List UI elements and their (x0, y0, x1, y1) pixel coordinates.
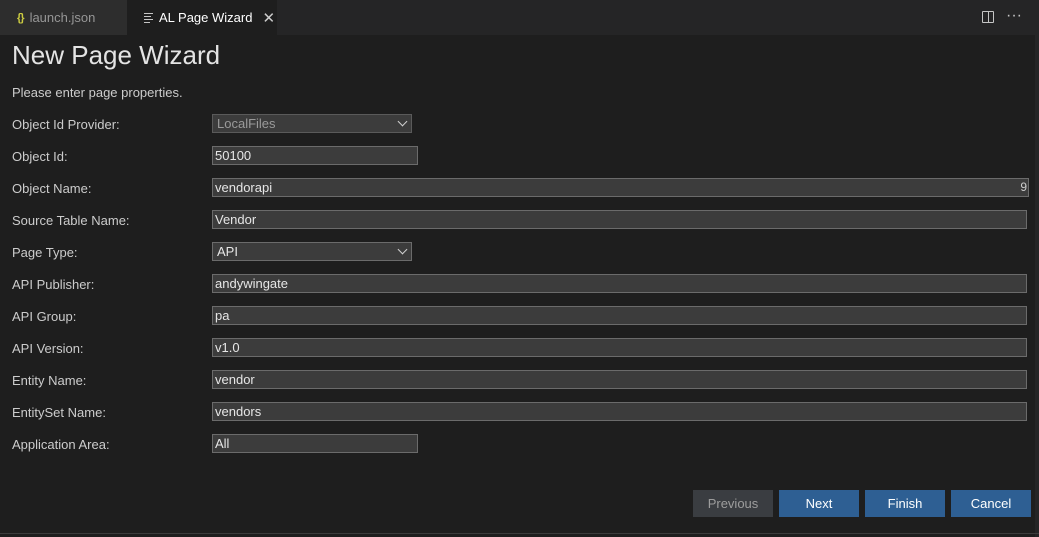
api-group-field[interactable]: pa (212, 306, 1027, 325)
object-name-field[interactable]: vendorapi 9 (212, 178, 1029, 197)
split-editor-icon[interactable] (982, 11, 994, 23)
object-name-label: Object Name: (12, 181, 92, 196)
page-title: New Page Wizard (12, 40, 221, 70)
tab-bar: {} launch.json AL Page Wizard ✕ ··· (0, 0, 1039, 35)
source-table-name-field[interactable]: Vendor (212, 210, 1027, 229)
object-id-field[interactable]: 50100 (212, 146, 418, 165)
source-table-name-label: Source Table Name: (12, 213, 130, 228)
object-id-provider-select[interactable]: LocalFiles (212, 114, 412, 133)
page-type-label: Page Type: (12, 245, 78, 260)
right-panel-edge (1035, 35, 1039, 537)
chevron-down-icon (397, 116, 408, 127)
tab-launch-json[interactable]: {} launch.json (0, 0, 127, 35)
previous-button[interactable]: Previous (693, 490, 773, 517)
api-version-field[interactable]: v1.0 (212, 338, 1027, 357)
cancel-button[interactable]: Cancel (951, 490, 1031, 517)
tab-al-page-wizard[interactable]: AL Page Wizard ✕ (127, 0, 277, 35)
entity-name-label: Entity Name: (12, 373, 87, 388)
application-area-field[interactable]: All (212, 434, 418, 453)
json-braces-icon: {} (17, 11, 25, 24)
tab-label: launch.json (29, 10, 96, 25)
object-id-provider-label: Object Id Provider: (12, 117, 120, 132)
chevron-down-icon (397, 244, 408, 255)
entityset-name-label: EntitySet Name: (12, 405, 106, 420)
entity-name-field[interactable]: vendor (212, 370, 1027, 389)
page-type-select[interactable]: API (212, 242, 412, 261)
tab-label: AL Page Wizard (159, 10, 253, 25)
finish-button[interactable]: Finish (865, 490, 945, 517)
more-actions-icon[interactable]: ··· (1006, 7, 1022, 25)
char-counter: 9 (1020, 180, 1027, 194)
select-value: LocalFiles (217, 116, 276, 131)
api-publisher-label: API Publisher: (12, 277, 95, 292)
bottom-divider (0, 533, 1039, 534)
close-icon[interactable]: ✕ (262, 9, 275, 27)
preview-lines-icon (144, 13, 153, 23)
page-subtitle: Please enter page properties. (12, 85, 183, 100)
api-group-label: API Group: (12, 309, 77, 324)
entityset-name-field[interactable]: vendors (212, 402, 1027, 421)
object-id-label: Object Id: (12, 149, 68, 164)
next-button[interactable]: Next (779, 490, 859, 517)
editor-window: {} launch.json AL Page Wizard ✕ ··· New … (0, 0, 1039, 537)
api-version-label: API Version: (12, 341, 84, 356)
field-value: vendorapi (215, 180, 273, 195)
api-publisher-field[interactable]: andywingate (212, 274, 1027, 293)
select-value: API (217, 244, 238, 259)
application-area-label: Application Area: (12, 437, 110, 452)
